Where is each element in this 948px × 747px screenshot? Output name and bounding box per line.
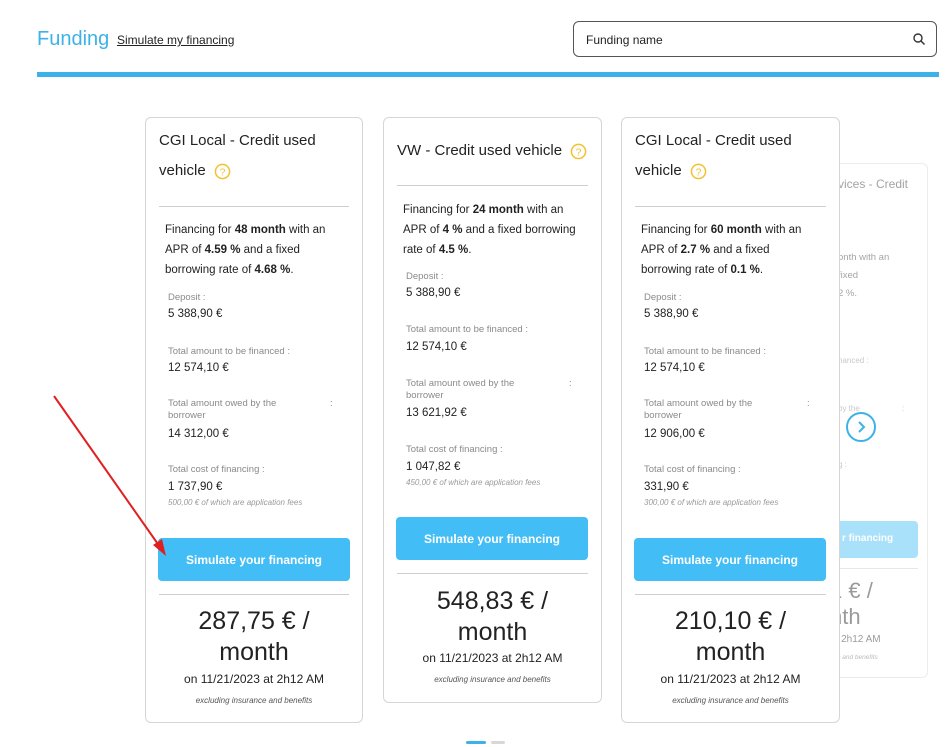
total-owed-value: 14 312,00 € (168, 428, 229, 440)
card-title-line2: vehicle (635, 162, 682, 179)
help-icon[interactable]: ? (690, 163, 707, 180)
fees-note: 300,00 € of which are application fees (644, 498, 779, 507)
total-financed-label: nanced : (838, 356, 869, 365)
pagination-dot-active[interactable] (466, 741, 486, 744)
funding-card: CGI Local - Credit used vehicle ? Financ… (145, 117, 363, 723)
svg-text:?: ? (219, 167, 225, 178)
pagination-dot[interactable] (491, 741, 505, 744)
total-owed-label: Total amount owed by the (406, 378, 515, 389)
header-accent-bar (37, 72, 939, 77)
monthly-price: 287,75 € / (198, 607, 310, 635)
search-box[interactable] (573, 21, 937, 57)
total-financed-label: Total amount to be financed : (168, 346, 290, 357)
card-description-fragment: 2 %. (838, 288, 858, 299)
deposit-value: 5 388,90 € (644, 308, 699, 320)
card-title-line1: CGI Local - Credit used (159, 132, 316, 149)
divider (635, 594, 826, 595)
chevron-right-icon (858, 421, 866, 433)
total-owed-colon: : (902, 404, 905, 413)
cost-label: Total cost of financing : (406, 444, 503, 455)
simulate-financing-button[interactable]: Simulate your financing (634, 538, 826, 581)
exclusion-note: excluding insurance and benefits (195, 696, 313, 705)
svg-text:?: ? (576, 147, 582, 158)
card-title-line1: CGI Local - Credit used (635, 132, 792, 149)
help-icon[interactable]: ? (214, 163, 231, 180)
divider (397, 573, 588, 574)
total-owed-colon: : (330, 398, 333, 409)
total-financed-label: Total amount to be financed : (406, 324, 528, 335)
deposit-value: 5 388,90 € (168, 308, 223, 320)
exclusion-note: excluding insurance and benefits (434, 675, 551, 684)
price-date: on 11/21/2023 at 2h12 AM (660, 672, 801, 686)
total-financed-value: 12 574,10 € (644, 362, 705, 374)
search-input[interactable] (586, 30, 896, 50)
header: Funding Simulate my financing (0, 0, 948, 78)
cost-value: 1 047,82 € (406, 461, 461, 473)
financing-description: Financing for 24 month with an APR of 4 … (403, 204, 576, 256)
financing-description: Financing for 48 month with an APR of 4.… (165, 224, 326, 276)
divider (397, 185, 588, 186)
deposit-label: Deposit : (168, 292, 206, 303)
fees-note: 500,00 € of which are application fees (168, 498, 303, 507)
simulate-financing-button[interactable]: Simulate your financing (158, 538, 350, 581)
simulate-my-financing-link[interactable]: Simulate my financing (117, 33, 234, 47)
financing-description: Financing for 60 month with an APR of 2.… (641, 224, 802, 276)
price-date: on 11/21/2023 at 2h12 AM (422, 651, 563, 665)
cost-label: Total cost of financing : (168, 464, 265, 475)
deposit-value: 5 388,90 € (406, 287, 461, 299)
total-owed-value: 12 906,00 € (644, 428, 705, 440)
card-title: VW - Credit used vehicle ? (397, 136, 587, 166)
monthly-price: 210,10 € / (674, 607, 787, 635)
card-title-line2: vehicle (159, 162, 206, 179)
total-owed-label: Total amount owed by the (168, 398, 277, 409)
card-title: CGI Local - Credit used vehicle ? (635, 126, 792, 186)
total-owed-colon: : (569, 378, 572, 389)
total-owed-colon: : (807, 398, 810, 409)
simulate-financing-button[interactable]: Simulate your financing (396, 517, 588, 560)
total-owed-label: Total amount owed by the (644, 398, 753, 409)
card-description-fragment: onth with an (838, 252, 890, 263)
divider (159, 206, 349, 207)
card-title-line1: VW - Credit used vehicle (397, 142, 563, 159)
total-owed-label-2: borrower (406, 390, 444, 401)
search-icon[interactable] (912, 32, 926, 46)
cost-value: 331,90 € (644, 481, 689, 493)
divider (635, 206, 826, 207)
funding-card: VW - Credit used vehicle ? Financing for… (383, 117, 602, 703)
fees-note: 450,00 € of which are application fees (406, 478, 541, 487)
deposit-label: Deposit : (644, 292, 682, 303)
exclusion-note: excluding insurance and benefits (672, 696, 789, 705)
svg-text:?: ? (695, 167, 701, 178)
price-date: on 11/21/2023 at 2h12 AM (184, 672, 324, 686)
total-financed-value: 12 574,10 € (168, 362, 229, 374)
divider (159, 594, 349, 595)
total-owed-label-2: borrower (168, 410, 206, 421)
total-owed-label-2: borrower (644, 410, 682, 421)
card-title: rvices - Credit (834, 177, 909, 191)
simulate-button-label: r financing (842, 533, 894, 544)
total-financed-value: 12 574,10 € (406, 341, 467, 353)
monthly-price: 548,83 € / (436, 587, 549, 615)
deposit-label: Deposit : (406, 271, 444, 282)
total-owed-value: 13 621,92 € (406, 407, 467, 419)
divider (828, 568, 918, 569)
monthly-price-unit: month (695, 638, 766, 666)
monthly-price-unit: month (219, 638, 289, 666)
page-title: Funding (37, 28, 110, 50)
card-title: CGI Local - Credit used vehicle ? (159, 126, 316, 186)
carousel-next-button[interactable] (846, 412, 876, 442)
monthly-price-unit: month (457, 618, 528, 646)
cost-value: 1 737,90 € (168, 481, 223, 493)
total-financed-label: Total amount to be financed : (644, 346, 766, 357)
funding-card: CGI Local - Credit used vehicle ? Financ… (621, 117, 840, 723)
cost-label: Total cost of financing : (644, 464, 741, 475)
card-description-fragment: fixed (838, 270, 859, 281)
help-icon[interactable]: ? (570, 143, 587, 160)
